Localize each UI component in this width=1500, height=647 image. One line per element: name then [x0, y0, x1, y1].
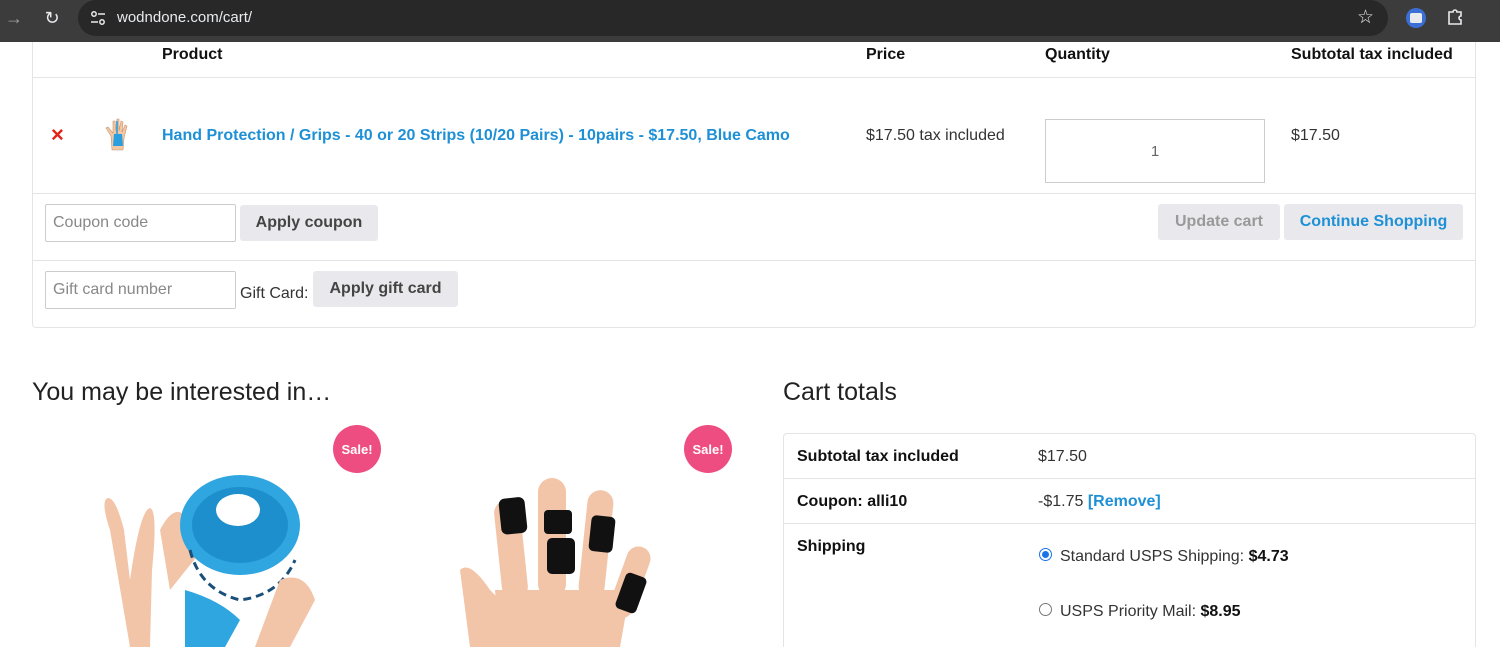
subtotal-row: Subtotal tax included $17.50 — [784, 434, 1475, 479]
forward-icon[interactable]: → — [0, 0, 28, 36]
browser-toolbar: → ↻ wodndone.com/cart/ ☆ — [0, 0, 1500, 42]
standard-shipping-option[interactable]: Standard USPS Shipping: $4.73 — [1060, 548, 1289, 566]
coupon-value: -$1.75 [Remove] — [1038, 493, 1161, 511]
extension-icon[interactable] — [1406, 8, 1426, 28]
url-text[interactable]: wodndone.com/cart/ — [117, 9, 252, 26]
continue-shopping-button[interactable]: Continue Shopping — [1284, 204, 1463, 240]
subtotal-value: $17.50 — [1038, 448, 1087, 465]
quantity-input[interactable]: 1 — [1045, 119, 1265, 183]
remove-item-icon[interactable]: × — [51, 122, 64, 148]
gift-card-row: Gift card number Gift Card: Apply gift c… — [33, 261, 1475, 328]
priority-mail-price: $8.95 — [1200, 603, 1241, 620]
shipping-label: Shipping — [797, 538, 866, 555]
header-product: Product — [162, 46, 223, 63]
address-bar[interactable]: wodndone.com/cart/ ☆ — [78, 0, 1388, 36]
cart-item-row: × Hand Protection / Grips - 40 or 20 Str… — [33, 78, 1475, 194]
reload-icon[interactable]: ↻ — [38, 0, 66, 36]
extensions-puzzle-icon[interactable] — [1444, 6, 1466, 28]
gift-card-number-input[interactable]: Gift card number — [45, 271, 236, 309]
remove-coupon-link[interactable]: [Remove] — [1088, 493, 1161, 510]
coupon-discount: -$1.75 — [1038, 493, 1084, 510]
header-quantity: Quantity — [1045, 46, 1110, 63]
sale-badge: Sale! — [684, 425, 732, 473]
product-thumbnail[interactable] — [103, 116, 131, 152]
product-name-link[interactable]: Hand Protection / Grips - 40 or 20 Strip… — [162, 127, 790, 145]
item-price: $17.50 tax included — [866, 127, 1005, 144]
apply-coupon-button[interactable]: Apply coupon — [240, 205, 378, 241]
header-subtotal: Subtotal tax included — [1291, 46, 1453, 63]
coupon-row: Coupon: alli10 -$1.75 [Remove] — [784, 479, 1475, 524]
cart-totals-table: Subtotal tax included $17.50 Coupon: all… — [783, 433, 1476, 647]
standard-shipping-radio[interactable] — [1039, 548, 1052, 561]
apply-gift-card-button[interactable]: Apply gift card — [313, 271, 458, 307]
coupon-label: Coupon: alli10 — [797, 493, 908, 510]
sale-badge: Sale! — [333, 425, 381, 473]
coupon-row: Coupon code Apply coupon Update cart Con… — [33, 194, 1475, 261]
priority-mail-radio[interactable] — [1039, 603, 1052, 616]
bookmark-star-icon[interactable]: ☆ — [1357, 6, 1374, 29]
standard-shipping-price: $4.73 — [1248, 548, 1289, 565]
coupon-code-input[interactable]: Coupon code — [45, 204, 236, 242]
cart-table: Product Price Quantity Subtotal tax incl… — [32, 42, 1476, 328]
item-subtotal: $17.50 — [1291, 127, 1340, 144]
update-cart-button[interactable]: Update cart — [1158, 204, 1280, 240]
interested-heading: You may be interested in… — [32, 378, 332, 406]
cart-totals-heading: Cart totals — [783, 378, 897, 406]
gift-card-label: Gift Card: — [240, 285, 309, 302]
kinesiology-tape-product-image[interactable] — [90, 470, 330, 647]
header-price: Price — [866, 46, 906, 63]
site-info-icon[interactable] — [88, 8, 108, 28]
finger-tape-product-image[interactable] — [440, 470, 670, 647]
priority-mail-name: USPS Priority Mail: — [1060, 603, 1197, 620]
priority-mail-option[interactable]: USPS Priority Mail: $8.95 — [1060, 603, 1241, 621]
standard-shipping-name: Standard USPS Shipping: — [1060, 548, 1245, 565]
subtotal-label: Subtotal tax included — [797, 448, 959, 465]
cart-table-header: Product Price Quantity Subtotal tax incl… — [33, 42, 1475, 78]
shipping-row: Shipping Standard USPS Shipping: $4.73 U… — [784, 524, 1475, 647]
